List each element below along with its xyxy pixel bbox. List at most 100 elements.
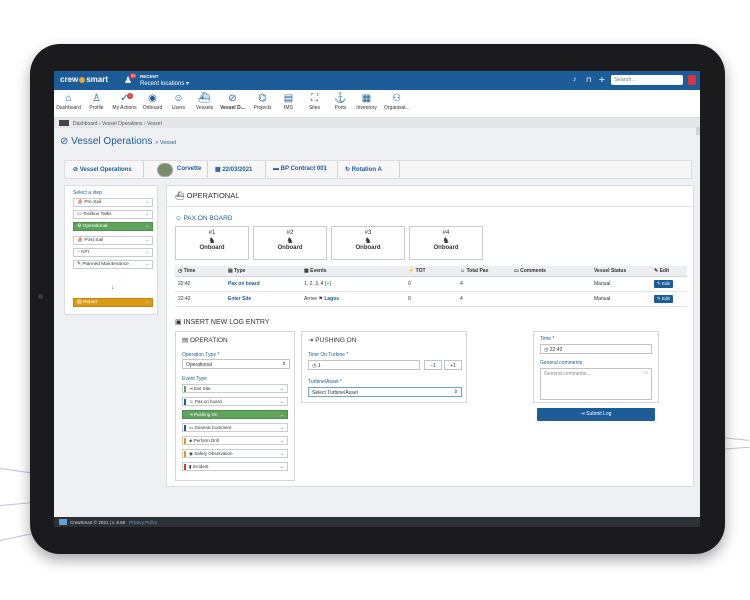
- cell-type[interactable]: Pax on board: [225, 276, 301, 292]
- event-general-comment[interactable]: ▭ General Comment →: [182, 423, 288, 432]
- time-input[interactable]: ◷ 22:42: [540, 344, 652, 354]
- increment-button[interactable]: +1: [444, 360, 462, 370]
- report-button[interactable]: ▤ Report →: [73, 298, 153, 307]
- edit-button[interactable]: ✎ Edit: [654, 280, 673, 288]
- step-pre-sail[interactable]: ⛵ Pre Sail →: [73, 198, 153, 207]
- nav-item-users[interactable]: ☺ Users: [166, 93, 191, 111]
- pushing-on-heading: ⇥ PUSHING ON: [308, 336, 356, 344]
- operation-type-select[interactable]: Operational ⇕: [182, 359, 290, 369]
- breadcrumb-home-icon[interactable]: [59, 120, 69, 126]
- cell-tot: 0: [405, 291, 457, 307]
- breadcrumb-item[interactable]: Vessel Operations: [102, 121, 143, 127]
- step-contract[interactable]: ▬ BP Contract 001: [273, 166, 327, 172]
- event-incident[interactable]: ▮ Incident →: [182, 462, 288, 471]
- pax-card[interactable]: #1 ♞ Onboard: [175, 226, 249, 260]
- nav-item-ims[interactable]: ▤ IMS: [276, 93, 301, 111]
- turbine-asset-select[interactable]: Select Turbine/Asset ⇕: [308, 387, 462, 397]
- nav-item-vessels[interactable]: ⛴ Vessels: [192, 93, 217, 111]
- pax-status: Onboard: [277, 245, 303, 251]
- step-kpi[interactable]: ◔ KPI →: [73, 248, 153, 257]
- pax-card[interactable]: #3 ♞ Onboard: [331, 226, 405, 260]
- nav-label: Organisat...: [384, 105, 410, 111]
- cell-type[interactable]: Enter Site: [225, 291, 301, 307]
- col-vessel-status[interactable]: Vessel Status: [591, 266, 651, 277]
- cell-comments: [511, 276, 591, 292]
- step-toolbox-talks[interactable]: ▭ Toolbox Talks →: [73, 210, 153, 219]
- step-vessel-operations[interactable]: ⊘ Vessel Operations: [73, 166, 132, 173]
- step-vessel[interactable]: Corvette: [177, 166, 201, 172]
- search-input[interactable]: [611, 75, 683, 85]
- nav-item-ports[interactable]: ⚓ Ports: [328, 93, 353, 111]
- cell-edit: ✎ Edit: [651, 276, 687, 292]
- pax-card[interactable]: #4 ♞ Onboard: [409, 226, 483, 260]
- step-post-sail[interactable]: ⛵ Post Sail →: [73, 236, 153, 245]
- events-text: Arrive: [304, 296, 318, 302]
- heading-text: PUSHING ON: [315, 337, 357, 344]
- privacy-policy-link[interactable]: Privacy Policy: [129, 520, 157, 525]
- app-logo[interactable]: crew smart: [60, 75, 108, 84]
- camera-dot: [38, 294, 43, 299]
- microphone-icon[interactable]: ♪: [573, 76, 577, 83]
- event-perform-drill[interactable]: ◈ Perform Drill →: [182, 436, 288, 445]
- step-label: KPI: [81, 250, 89, 255]
- nav-item-onboard[interactable]: ◉ Onboard: [140, 93, 165, 111]
- event-pax-on-board[interactable]: ☺ Pax on board →: [182, 397, 288, 406]
- header-label: Total Pax: [466, 268, 489, 274]
- nav-item-sites[interactable]: ⛶ Sites: [302, 93, 327, 111]
- decrement-button[interactable]: −1: [424, 360, 442, 370]
- nav-item-my-actions[interactable]: ✓ 1 My Actions: [112, 93, 137, 111]
- col-events[interactable]: ▦ Events: [301, 266, 405, 277]
- step-operational[interactable]: ⚙ Operational →: [73, 222, 153, 231]
- step-label: Rotation A: [351, 167, 382, 173]
- event-safety-observation[interactable]: ◉ Safety Observation →: [182, 449, 288, 458]
- nav-label: My Actions: [112, 105, 137, 111]
- main-nav: ⌂ Dashboard ♙ Profile ✓ 1 My Actions ◉ Onboar…: [54, 90, 700, 118]
- general-comments-textarea[interactable]: General comments... ▭: [540, 368, 652, 400]
- logo-right-text: smart: [86, 75, 109, 84]
- scrollbar[interactable]: [696, 127, 700, 135]
- recent-locations-icon[interactable]: ♟ 85: [124, 73, 137, 85]
- users-icon: ☺: [173, 93, 184, 104]
- events-expand[interactable]: [+]: [325, 281, 331, 287]
- type-link[interactable]: Pax on board: [228, 281, 260, 287]
- step-rotation[interactable]: ↻ Rotation A: [345, 166, 382, 173]
- projects-icon: ⌬: [258, 93, 267, 104]
- recent-locations-dropdown[interactable]: Recent locations ▾: [140, 80, 189, 87]
- breadcrumb-item[interactable]: Dashboard: [73, 121, 97, 127]
- step-planned-maintenance[interactable]: ✎ Planned Maintenance →: [73, 260, 153, 269]
- step-date[interactable]: ▦ 22/03/2021: [215, 166, 252, 173]
- flag-icon[interactable]: [688, 75, 696, 85]
- nav-item-projects[interactable]: ⌬ Projects: [250, 93, 275, 111]
- event-pushing-on[interactable]: ⇥ Pushing On →: [182, 410, 288, 419]
- folder-icon: ▬: [273, 166, 281, 172]
- nav-item-profile[interactable]: ♙ Profile: [84, 93, 109, 111]
- step-label: 22/03/2021: [222, 167, 253, 173]
- event-color-bar: [184, 425, 186, 431]
- submit-label: Submit Log: [586, 411, 612, 417]
- type-link[interactable]: Enter Site: [228, 296, 251, 302]
- page-title: ⊘ Vessel Operations > Vessel: [60, 136, 176, 147]
- crosshair-icon[interactable]: ✛: [599, 76, 605, 84]
- event-type-label: Event Type: [182, 376, 207, 382]
- col-tot[interactable]: ⚡ TOT: [405, 266, 457, 277]
- time-on-turbine-input[interactable]: ◷ 1: [308, 360, 420, 370]
- person-icon: ♞: [442, 236, 450, 245]
- pax-card[interactable]: #2 ♞ Onboard: [253, 226, 327, 260]
- nav-item-dashboard[interactable]: ⌂ Dashboard: [56, 93, 81, 111]
- edit-button[interactable]: ✎ Edit: [654, 295, 673, 303]
- col-time[interactable]: ◷ Time: [175, 266, 225, 277]
- site-link[interactable]: Lagos: [324, 296, 339, 302]
- submit-log-button[interactable]: ⇥ Submit Log: [537, 408, 655, 421]
- event-exit-site[interactable]: ⇥ Exit Site →: [182, 384, 288, 393]
- col-comments[interactable]: ▭ Comments: [511, 266, 591, 277]
- cell-edit: ✎ Edit: [651, 291, 687, 307]
- operation-box: ▤ OPERATION Operation Type * Operational…: [175, 331, 295, 481]
- lock-icon[interactable]: ⊓: [586, 76, 591, 84]
- col-total-pax[interactable]: ☺ Total Pax: [457, 266, 511, 277]
- col-type[interactable]: ▤ Type: [225, 266, 301, 277]
- nav-item-organisation[interactable]: ⚇ Organisat...: [384, 93, 410, 111]
- nav-item-vessel-dashboard[interactable]: ⊘ Vessel D...: [220, 93, 245, 111]
- time-label: Time *: [540, 336, 555, 342]
- col-edit[interactable]: ✎ Edit: [651, 266, 687, 277]
- nav-item-inventory[interactable]: ▦ Inventory: [354, 93, 379, 111]
